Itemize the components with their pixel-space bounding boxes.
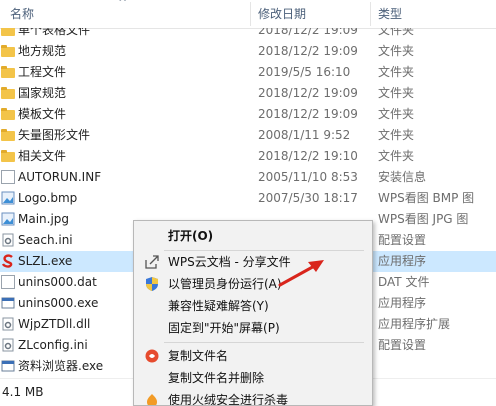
file-row[interactable]: 国家规范 2018/12/2 19:09 文件夹 (0, 83, 496, 104)
file-icon (1, 275, 15, 289)
red-arrow-icon (278, 260, 324, 287)
menu-separator (164, 342, 364, 343)
file-row[interactable]: 相关文件 2018/12/2 19:10 文件夹 (0, 146, 496, 167)
file-type: 应用程序扩展 (378, 317, 451, 331)
shield-icon (146, 277, 158, 291)
file-type: 应用程序 (378, 254, 427, 268)
menu-copy-name[interactable]: 复制文件名 (134, 345, 372, 367)
menu-open[interactable]: 打开(O) (134, 225, 372, 247)
menu-open-label: 打开(O) (168, 229, 214, 243)
folder-icon (1, 128, 15, 142)
file-date: 2018/12/2 19:09 (258, 86, 358, 100)
image-file-icon (1, 191, 15, 205)
menu-pin-start[interactable]: 固定到"开始"屏幕(P) (134, 317, 372, 339)
file-name: 相关文件 (18, 149, 67, 163)
file-name: 地方规范 (18, 44, 67, 58)
folder-icon (1, 65, 15, 79)
folder-icon (1, 86, 15, 100)
file-type: 文件夹 (378, 149, 415, 163)
file-type: WPS看图 BMP 图 (378, 191, 475, 205)
file-type: 文件夹 (378, 28, 415, 37)
folder-icon (1, 44, 15, 58)
file-date: 2018/12/2 19:10 (258, 149, 358, 163)
file-row[interactable]: 单个表格文件 2018/12/2 19:09 文件夹 (0, 28, 496, 41)
file-name: 单个表格文件 (18, 28, 91, 37)
file-type: 配置设置 (378, 338, 427, 352)
menu-run-as-admin[interactable]: 以管理员身份运行(A) (134, 273, 372, 295)
menu-wps-share-label: WPS云文档 - 分享文件 (168, 255, 291, 269)
file-type: 文件夹 (378, 65, 415, 79)
sort-up-icon: ^ (118, 0, 128, 9)
file-row[interactable]: 地方规范 2018/12/2 19:09 文件夹 (0, 41, 496, 62)
file-name: 国家规范 (18, 86, 67, 100)
menu-antivirus-label: 使用火绒安全进行杀毒 (168, 393, 289, 406)
file-name: SLZL.exe (18, 254, 73, 268)
menu-troubleshoot-label: 兼容性疑难解答(Y) (168, 299, 269, 313)
column-divider[interactable] (250, 2, 251, 26)
file-date: 2007/5/30 18:17 (258, 191, 358, 205)
file-row[interactable]: 工程文件 2019/5/5 16:10 文件夹 (0, 62, 496, 83)
file-name: 工程文件 (18, 65, 67, 79)
application-icon (1, 296, 15, 310)
selected-size: 4.1 MB (2, 385, 44, 399)
folder-icon (1, 149, 15, 163)
menu-antivirus[interactable]: 使用火绒安全进行杀毒 (134, 389, 372, 406)
menu-pin-start-label: 固定到"开始"屏幕(P) (168, 321, 280, 335)
file-date: 2019/5/5 16:10 (258, 65, 351, 79)
file-type: DAT 文件 (378, 275, 430, 289)
slzl-app-icon (1, 254, 15, 268)
menu-wps-share[interactable]: WPS云文档 - 分享文件 (134, 251, 372, 273)
menu-troubleshoot[interactable]: 兼容性疑难解答(Y) (134, 295, 372, 317)
menu-copy-name-delete[interactable]: 复制文件名并删除 (134, 367, 372, 389)
file-date: 2018/12/2 19:09 (258, 107, 358, 121)
image-file-icon (1, 212, 15, 226)
file-name: WjpZTDll.dll (18, 317, 91, 331)
application-icon (1, 359, 15, 373)
menu-run-as-admin-label: 以管理员身份运行(A) (168, 277, 282, 291)
menu-copy-name-label: 复制文件名 (168, 349, 229, 363)
file-type: 应用程序 (378, 296, 427, 310)
column-divider[interactable] (370, 2, 371, 26)
file-name: Logo.bmp (18, 191, 78, 205)
file-name: Seach.ini (18, 233, 73, 247)
file-type: WPS看图 JPG 图 (378, 212, 469, 226)
column-name[interactable]: 名称 (10, 0, 34, 28)
file-name: 资料浏览器.exe (18, 359, 104, 373)
folder-icon (1, 28, 15, 37)
column-date[interactable]: 修改日期 (258, 0, 306, 28)
file-type: 安装信息 (378, 170, 427, 184)
file-name: Main.jpg (18, 212, 70, 226)
file-name: 模板文件 (18, 107, 67, 121)
menu-copy-name-delete-label: 复制文件名并删除 (168, 371, 265, 385)
settings-file-icon (1, 233, 15, 247)
file-type: 文件夹 (378, 128, 415, 142)
folder-icon (1, 107, 15, 121)
copy-name-icon (145, 349, 159, 363)
file-date: 2018/12/2 19:09 (258, 28, 358, 37)
context-menu: 打开(O) WPS云文档 - 分享文件 以管理员身份运行(A) 兼容性疑难解答(… (133, 220, 373, 406)
file-row[interactable]: 矢量图形文件 2008/1/11 9:52 文件夹 (0, 125, 496, 146)
file-name: 矢量图形文件 (18, 128, 91, 142)
file-row[interactable]: 模板文件 2018/12/2 19:09 文件夹 (0, 104, 496, 125)
file-type: 文件夹 (378, 107, 415, 121)
file-type: 文件夹 (378, 86, 415, 100)
share-icon (145, 255, 159, 269)
file-name: ZLconfig.ini (18, 338, 88, 352)
file-date: 2018/12/2 19:09 (258, 44, 358, 58)
file-row[interactable]: AUTORUN.INF 2005/11/10 8:53 安装信息 (0, 167, 496, 188)
settings-file-icon (1, 338, 15, 352)
file-date: 2005/11/10 8:53 (258, 170, 358, 184)
file-name: AUTORUN.INF (18, 170, 102, 184)
settings-file-icon (1, 317, 15, 331)
file-icon (1, 170, 15, 184)
file-date: 2008/1/11 9:52 (258, 128, 351, 142)
file-name: unins000.exe (18, 296, 99, 310)
file-type: 配置设置 (378, 233, 427, 247)
file-row[interactable]: Logo.bmp 2007/5/30 18:17 WPS看图 BMP 图 (0, 188, 496, 209)
file-type: 文件夹 (378, 44, 415, 58)
column-type[interactable]: 类型 (378, 0, 402, 28)
column-header: ^ 名称 修改日期 类型 (0, 0, 496, 29)
file-name: unins000.dat (18, 275, 97, 289)
